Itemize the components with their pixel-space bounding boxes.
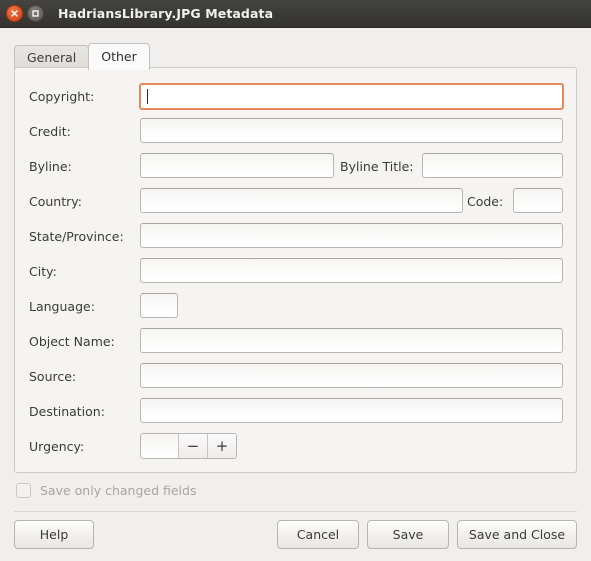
save-only-changed-fields-checkbox[interactable] [16,483,31,498]
urgency-spinner[interactable]: − + [140,433,237,459]
credit-input[interactable] [140,118,563,143]
footer-separator [14,511,577,512]
urgency-value[interactable] [141,434,178,458]
label-byline: Byline: [29,158,72,174]
label-destination: Destination: [29,403,105,419]
label-byline-title: Byline Title: [340,158,414,174]
cancel-button[interactable]: Cancel [277,520,359,549]
tab-bar: General Other [0,42,591,70]
destination-input[interactable] [140,398,563,423]
byline-title-input[interactable] [422,153,563,178]
label-language: Language: [29,298,95,314]
label-country: Country: [29,193,82,209]
label-urgency: Urgency: [29,438,85,454]
window-title: HadriansLibrary.JPG Metadata [58,6,274,21]
metadata-dialog-window: HadriansLibrary.JPG Metadata General Oth… [0,0,591,561]
tab-other[interactable]: Other [88,43,150,70]
label-city: City: [29,263,57,279]
city-input[interactable] [140,258,563,283]
label-source: Source: [29,368,77,384]
save-only-changed-fields-label: Save only changed fields [40,483,197,498]
copyright-input[interactable] [139,83,564,110]
help-button[interactable]: Help [14,520,94,549]
text-cursor [147,89,148,104]
label-credit: Credit: [29,123,71,139]
save-and-close-button[interactable]: Save and Close [457,520,577,549]
label-state-province: State/Province: [29,228,124,244]
language-input[interactable] [140,293,178,318]
label-object-name: Object Name: [29,333,115,349]
label-copyright: Copyright: [29,88,95,104]
other-metadata-form: Copyright: Credit: Byline: Byline Title:… [14,67,577,473]
urgency-increment-button[interactable]: + [207,434,236,458]
label-code: Code: [467,193,504,209]
urgency-decrement-button[interactable]: − [178,434,207,458]
source-input[interactable] [140,363,563,388]
save-only-changed-fields-row[interactable]: Save only changed fields [16,483,196,498]
byline-input[interactable] [140,153,334,178]
state-province-input[interactable] [140,223,563,248]
save-button[interactable]: Save [367,520,449,549]
close-icon[interactable] [6,5,23,22]
country-input[interactable] [140,188,463,213]
object-name-input[interactable] [140,328,563,353]
maximize-icon[interactable] [27,5,44,22]
title-bar: HadriansLibrary.JPG Metadata [0,0,591,28]
code-input[interactable] [513,188,563,213]
